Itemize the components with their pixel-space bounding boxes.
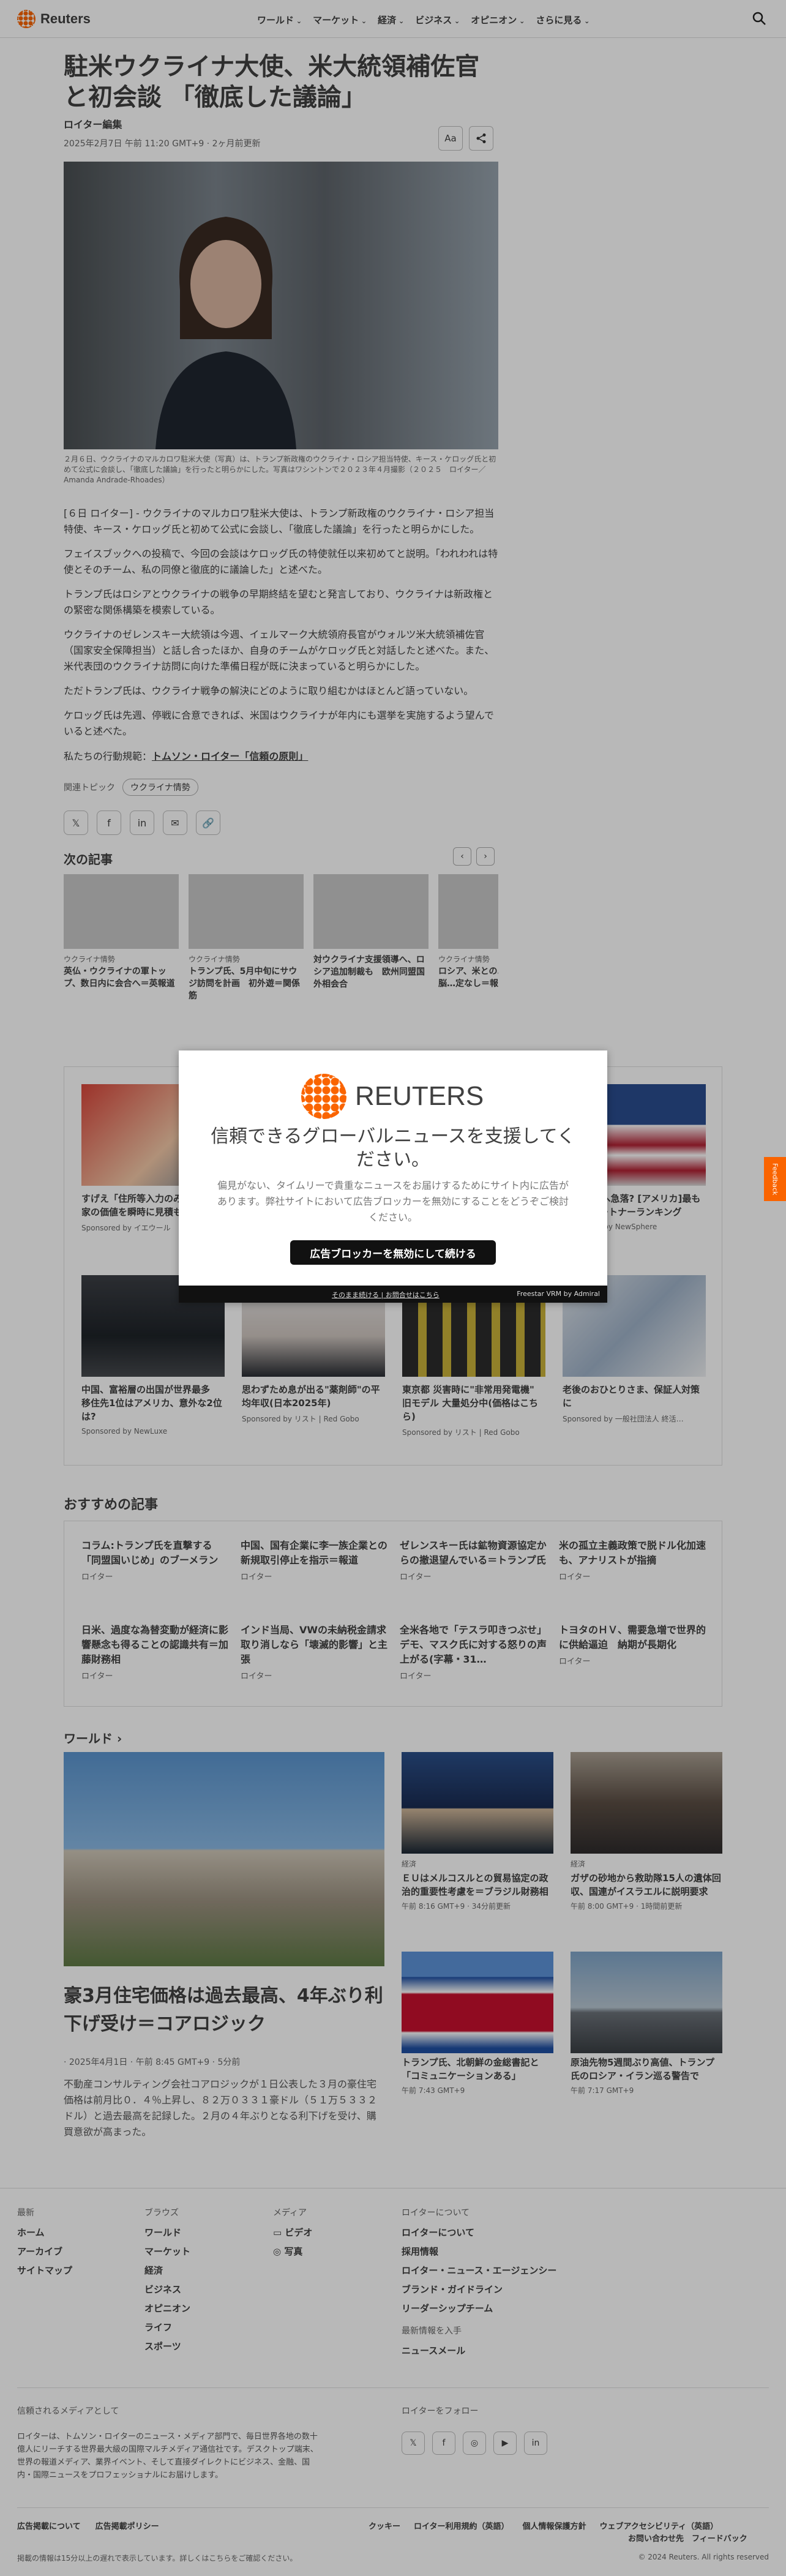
modal-title: 信頼できるグローバルニュースを支援してください。	[211, 1126, 575, 1170]
freestar-label: Freestar VRM by Admiral	[517, 1290, 600, 1298]
adblock-modal: REUTERS 信頼できるグローバルニュースを支援してください。 偏見がない、タ…	[179, 1050, 607, 1303]
page: Reuters ワールド マーケット 経済 ビジネス オピニオン さらに見る 駐…	[0, 0, 786, 2576]
modal-footer: そのまま続ける | お問合せはこちら Freestar VRM by Admir…	[179, 1286, 607, 1303]
modal-logo: REUTERS	[301, 1074, 484, 1119]
reuters-logo-icon	[301, 1074, 346, 1119]
feedback-tab[interactable]: Feedback	[764, 1157, 786, 1201]
continue-link[interactable]: そのまま続ける | お問合せはこちら	[332, 1290, 440, 1300]
modal-brand: REUTERS	[355, 1081, 484, 1111]
disable-adblock-button[interactable]: 広告ブロッカーを無効にして続ける	[290, 1240, 496, 1265]
modal-body: 偏見がない、タイムリーで貴重なニュースをお届けするためにサイト内に広告があります…	[217, 1180, 569, 1223]
